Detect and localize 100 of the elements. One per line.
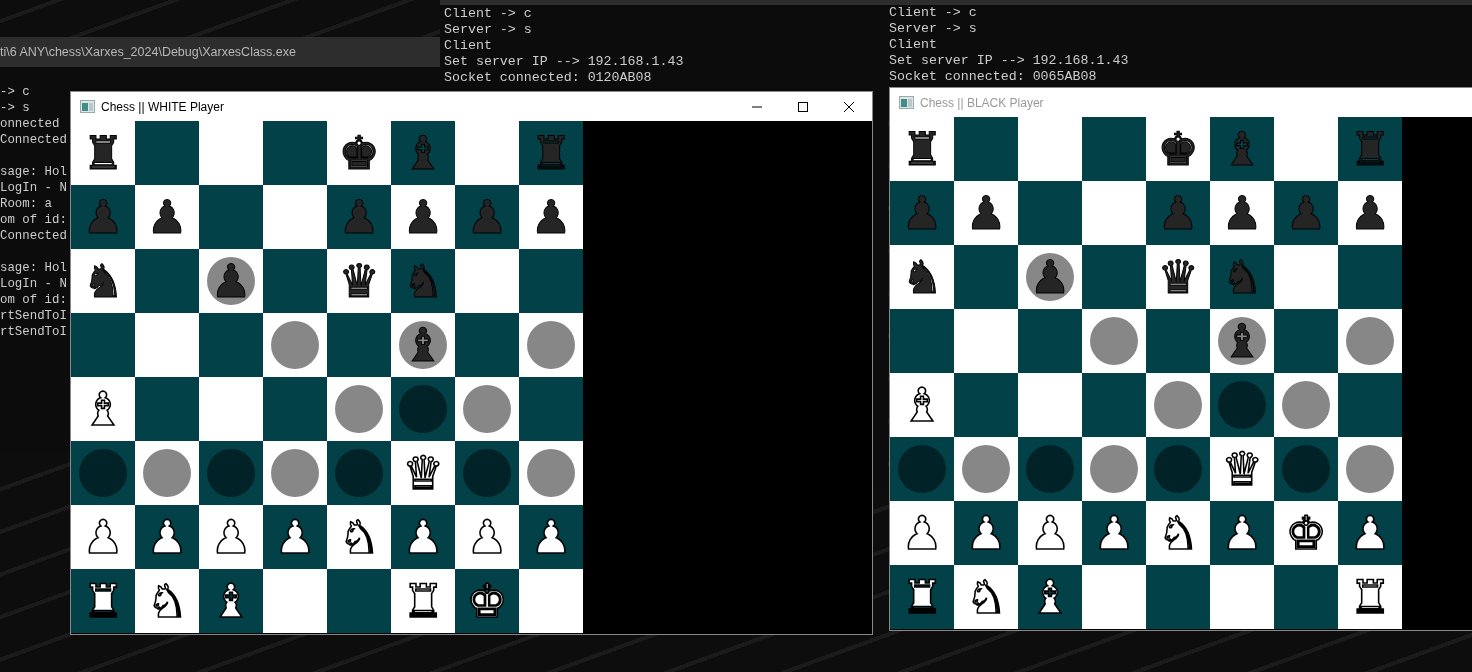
board-square[interactable]: ♜: [71, 569, 135, 633]
board-square[interactable]: [519, 441, 583, 505]
board-square[interactable]: ♛: [1146, 245, 1210, 309]
board-square[interactable]: ♞: [1146, 501, 1210, 565]
chess-piece[interactable]: ♞: [901, 249, 943, 305]
chess-piece[interactable]: ♛: [402, 445, 444, 501]
board-square[interactable]: [135, 441, 199, 505]
chess-piece[interactable]: ♟: [530, 509, 572, 565]
board-square[interactable]: ♜: [71, 121, 135, 185]
board-square[interactable]: [1274, 373, 1338, 437]
board-square[interactable]: ♟: [1082, 501, 1146, 565]
board-square[interactable]: ♟: [1210, 181, 1274, 245]
board-square[interactable]: ♞: [327, 505, 391, 569]
board-square[interactable]: ♚: [1274, 501, 1338, 565]
board-square[interactable]: [1082, 437, 1146, 501]
chess-piece[interactable]: ♜: [82, 573, 124, 629]
board-square[interactable]: [1338, 309, 1402, 373]
board-square[interactable]: ♟: [391, 185, 455, 249]
chess-piece[interactable]: ♛: [1157, 249, 1199, 305]
chess-piece[interactable]: ♝: [1029, 569, 1071, 625]
board-square[interactable]: ♜: [890, 117, 954, 181]
board-square[interactable]: ♞: [71, 249, 135, 313]
board-square[interactable]: [1210, 373, 1274, 437]
board-square[interactable]: [455, 441, 519, 505]
chess-piece[interactable]: ♟: [82, 509, 124, 565]
chess-piece[interactable]: ♝: [210, 573, 252, 629]
chess-piece[interactable]: ♟: [1221, 505, 1263, 561]
board-square[interactable]: [263, 441, 327, 505]
board-square[interactable]: [391, 377, 455, 441]
board-square[interactable]: [327, 441, 391, 505]
board-square[interactable]: ♟: [1018, 501, 1082, 565]
board-square[interactable]: ♜: [391, 569, 455, 633]
chess-piece[interactable]: ♜: [901, 121, 943, 177]
chess-piece[interactable]: ♞: [1157, 505, 1199, 561]
board-square[interactable]: ♚: [1146, 117, 1210, 181]
board-square[interactable]: ♜: [890, 565, 954, 629]
board-square[interactable]: ♚: [327, 121, 391, 185]
chess-piece[interactable]: ♚: [1285, 505, 1327, 561]
chess-piece[interactable]: ♟: [530, 189, 572, 245]
board-square[interactable]: [199, 441, 263, 505]
board-square[interactable]: [1338, 437, 1402, 501]
chess-piece[interactable]: ♜: [402, 573, 444, 629]
chess-piece[interactable]: ♟: [402, 189, 444, 245]
chess-piece[interactable]: ♜: [901, 569, 943, 625]
board-square[interactable]: [263, 313, 327, 377]
board-square[interactable]: ♟: [1338, 501, 1402, 565]
chess-piece[interactable]: ♞: [82, 253, 124, 309]
chess-piece[interactable]: ♟: [901, 505, 943, 561]
board-square[interactable]: ♝: [1018, 565, 1082, 629]
board-square[interactable]: ♟: [1210, 501, 1274, 565]
board-square[interactable]: ♝: [391, 313, 455, 377]
chess-piece[interactable]: ♝: [1221, 313, 1263, 369]
board-square[interactable]: [327, 377, 391, 441]
board-square[interactable]: [890, 437, 954, 501]
board-square[interactable]: [1082, 309, 1146, 373]
board-square[interactable]: ♞: [135, 569, 199, 633]
board-square[interactable]: ♟: [954, 181, 1018, 245]
chess-piece[interactable]: ♚: [338, 125, 380, 181]
board-square[interactable]: ♟: [954, 501, 1018, 565]
chess-piece[interactable]: ♞: [146, 573, 188, 629]
chess-piece[interactable]: ♟: [146, 509, 188, 565]
board-square[interactable]: ♝: [1210, 309, 1274, 373]
chess-piece[interactable]: ♟: [274, 509, 316, 565]
board-square[interactable]: ♝: [890, 373, 954, 437]
chess-piece[interactable]: ♞: [338, 509, 380, 565]
board-square[interactable]: ♟: [1338, 181, 1402, 245]
chess-piece[interactable]: ♟: [965, 185, 1007, 241]
chess-piece[interactable]: ♛: [1221, 441, 1263, 497]
board-square[interactable]: ♚: [455, 569, 519, 633]
board-square[interactable]: [1274, 437, 1338, 501]
board-square[interactable]: [1146, 373, 1210, 437]
board-square[interactable]: ♝: [199, 569, 263, 633]
chess-piece[interactable]: ♟: [1349, 185, 1391, 241]
chess-piece[interactable]: ♜: [1349, 569, 1391, 625]
board-square[interactable]: ♟: [71, 505, 135, 569]
chess-piece[interactable]: ♟: [1221, 185, 1263, 241]
board-square[interactable]: [71, 441, 135, 505]
chess-piece[interactable]: ♟: [1029, 505, 1071, 561]
board-square[interactable]: [1146, 437, 1210, 501]
chess-piece[interactable]: ♟: [146, 189, 188, 245]
board-square[interactable]: ♟: [199, 249, 263, 313]
board-square[interactable]: ♜: [1338, 565, 1402, 629]
board-square[interactable]: [954, 437, 1018, 501]
chess-piece[interactable]: ♝: [402, 317, 444, 373]
chess-piece[interactable]: ♟: [965, 505, 1007, 561]
board-square[interactable]: ♟: [455, 505, 519, 569]
chess-piece[interactable]: ♝: [82, 381, 124, 437]
board-square[interactable]: ♟: [135, 505, 199, 569]
board-square[interactable]: ♟: [1018, 245, 1082, 309]
board-square[interactable]: ♟: [135, 185, 199, 249]
board-square[interactable]: ♟: [199, 505, 263, 569]
chess-piece[interactable]: ♝: [901, 377, 943, 433]
chess-piece[interactable]: ♚: [1157, 121, 1199, 177]
chess-piece[interactable]: ♟: [402, 509, 444, 565]
board-square[interactable]: ♝: [71, 377, 135, 441]
chess-piece[interactable]: ♚: [466, 573, 508, 629]
chess-piece[interactable]: ♟: [1093, 505, 1135, 561]
board-square[interactable]: ♟: [519, 505, 583, 569]
board-square[interactable]: [1018, 437, 1082, 501]
chess-piece[interactable]: ♟: [210, 253, 252, 309]
